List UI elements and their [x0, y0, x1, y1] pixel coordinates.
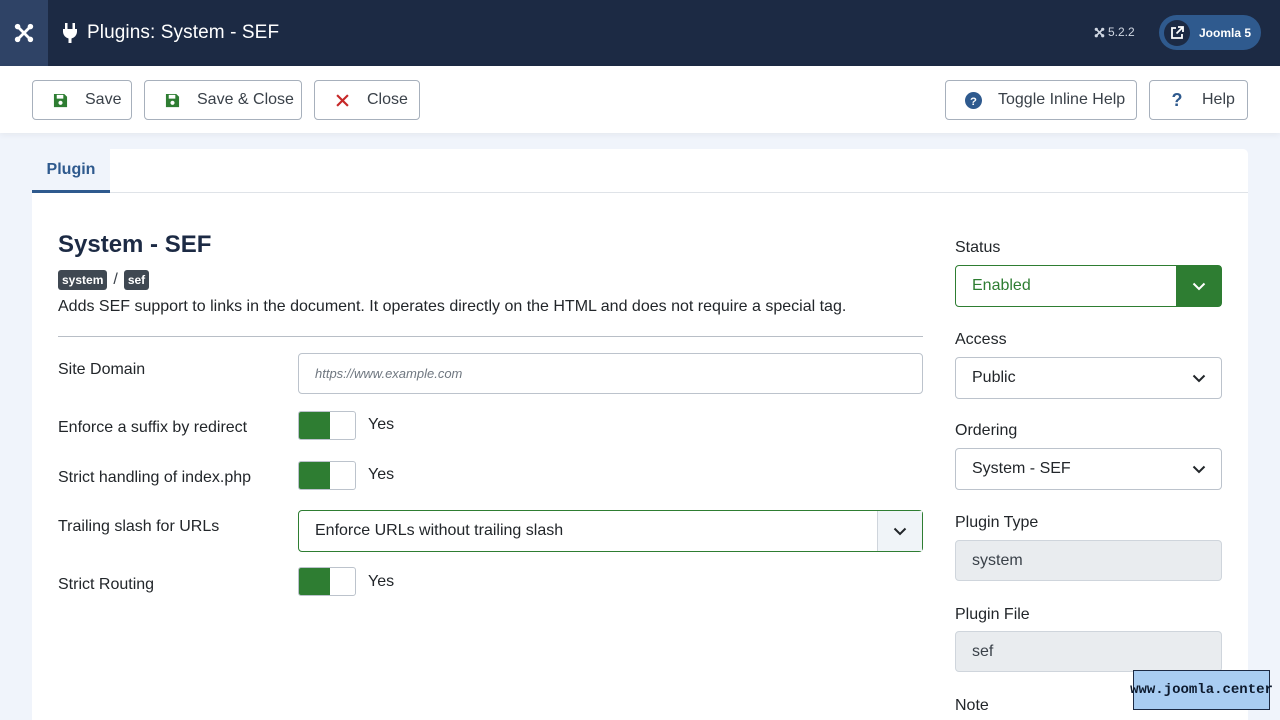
save-close-button[interactable]: Save & Close — [144, 80, 302, 120]
view-site-button[interactable]: Joomla 5 — [1159, 15, 1261, 50]
ordering-value: System - SEF — [972, 460, 1071, 477]
tab-bar: Plugin — [32, 149, 1248, 193]
status-value: Enabled — [972, 277, 1031, 294]
plugin-path: system / sef — [58, 270, 150, 290]
plugin-description: Adds SEF support to links in the documen… — [58, 298, 847, 315]
chevron-down-icon — [877, 511, 922, 551]
view-site-label: Joomla 5 — [1199, 25, 1252, 40]
strict-index-value: Yes — [368, 466, 395, 483]
access-select[interactable]: Public — [955, 357, 1222, 399]
folder-badge: system — [58, 270, 108, 290]
trailing-slash-select[interactable]: Enforce URLs without trailing slash — [298, 510, 923, 552]
toolbar: Save Save & Close Close ? Toggle Inline … — [0, 66, 1280, 133]
strict-index-label: Strict handling of index.php — [58, 469, 252, 486]
note-label: Note — [955, 697, 989, 714]
site-domain-input[interactable] — [298, 353, 923, 394]
plugin-type-readonly: system — [955, 540, 1222, 581]
floppy-disk-icon — [51, 91, 69, 109]
save-label: Save — [85, 91, 122, 108]
plug-icon — [63, 23, 77, 43]
switch-on-indicator — [299, 412, 330, 439]
svg-text:?: ? — [970, 95, 977, 107]
help-button[interactable]: ? Help — [1149, 80, 1248, 120]
enforce-suffix-switch[interactable] — [298, 411, 356, 440]
close-button[interactable]: Close — [314, 80, 420, 120]
page-title-area: Plugins: System - SEF — [62, 0, 279, 66]
switch-on-indicator — [299, 568, 330, 595]
element-badge: sef — [123, 270, 150, 290]
close-x-icon — [333, 91, 351, 109]
chevron-down-icon — [1176, 449, 1221, 489]
joomla-logo-icon — [14, 23, 34, 43]
toggle-inline-help-button[interactable]: ? Toggle Inline Help — [945, 80, 1137, 120]
ordering-label: Ordering — [955, 422, 1018, 439]
external-link-icon — [1164, 19, 1190, 46]
header-bar: Plugins: System - SEF 5.2.2 Joomla 5 — [0, 0, 1280, 66]
version-text: 5.2.2 — [1108, 25, 1135, 39]
joomla-logo[interactable] — [0, 0, 48, 66]
tab-plugin[interactable]: Plugin — [32, 149, 110, 193]
save-button[interactable]: Save — [32, 80, 132, 120]
question-circle-icon: ? — [964, 91, 982, 109]
help-label: Help — [1202, 91, 1235, 108]
chevron-down-icon — [1176, 266, 1221, 306]
status-select[interactable]: Enabled — [955, 265, 1222, 307]
save-close-label: Save & Close — [197, 91, 294, 108]
trailing-slash-label: Trailing slash for URLs — [58, 518, 220, 535]
close-label: Close — [367, 91, 408, 108]
access-value: Public — [972, 369, 1016, 386]
switch-on-indicator — [299, 462, 330, 489]
trailing-slash-value: Enforce URLs without trailing slash — [315, 522, 564, 539]
site-domain-label: Site Domain — [58, 361, 146, 378]
page-title: Plugins: System - SEF — [87, 22, 280, 43]
enforce-suffix-label: Enforce a suffix by redirect — [58, 419, 248, 436]
joomla-version: 5.2.2 — [1094, 25, 1135, 39]
floppy-disk-icon — [163, 91, 181, 109]
watermark-badge: www.joomla.center — [1130, 670, 1273, 710]
chevron-down-icon — [1176, 358, 1221, 398]
divider — [58, 336, 923, 337]
plugin-type-label: Plugin Type — [955, 514, 1039, 531]
strict-routing-value: Yes — [368, 573, 395, 590]
strict-routing-switch[interactable] — [298, 567, 356, 596]
access-label: Access — [955, 331, 1007, 348]
plugin-title: System - SEF — [58, 231, 212, 258]
path-separator: / — [113, 271, 118, 288]
strict-routing-label: Strict Routing — [58, 576, 155, 593]
ordering-select[interactable]: System - SEF — [955, 448, 1222, 490]
plugin-file-readonly: sef — [955, 631, 1222, 672]
plugin-file-label: Plugin File — [955, 606, 1030, 623]
question-mark-icon: ? — [1171, 89, 1183, 110]
enforce-suffix-value: Yes — [368, 416, 395, 433]
strict-index-switch[interactable] — [298, 461, 356, 490]
toggle-help-label: Toggle Inline Help — [998, 91, 1126, 108]
joomla-small-icon — [1094, 27, 1105, 37]
status-label: Status — [955, 239, 1001, 256]
